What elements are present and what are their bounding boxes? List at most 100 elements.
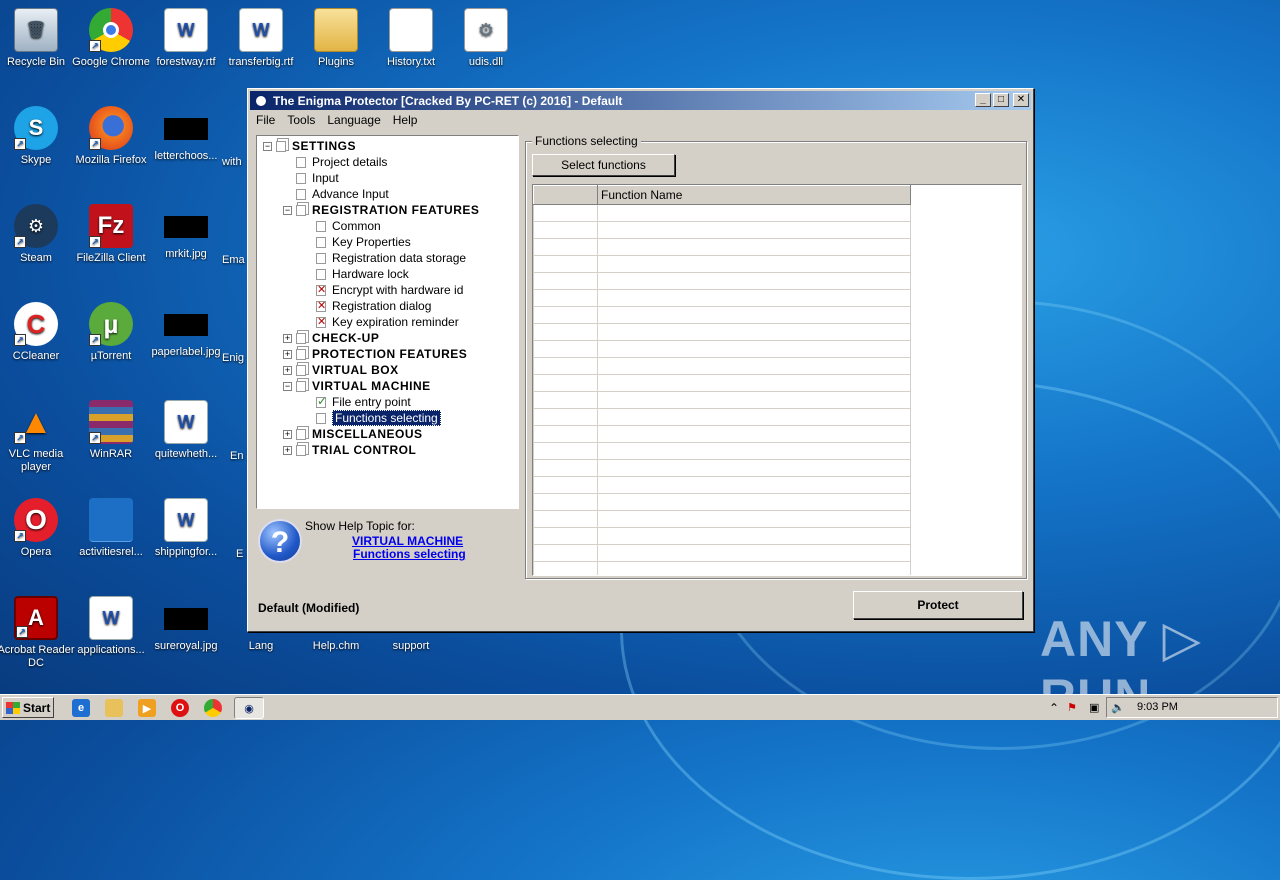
- grid-cell-function-name[interactable]: [597, 221, 911, 239]
- tree-node[interactable]: Encrypt with hardware id: [316, 282, 463, 298]
- tree-node[interactable]: + VIRTUAL BOX: [283, 362, 399, 378]
- grid-cell-function-name[interactable]: [597, 255, 911, 273]
- grid-cell-index[interactable]: [533, 238, 598, 256]
- desktop-icon-letterchoos[interactable]: letterchoos...: [147, 106, 225, 163]
- window-titlebar[interactable]: The Enigma Protector [Cracked By PC-RET …: [250, 91, 1031, 110]
- grid-cell-index[interactable]: [533, 391, 598, 409]
- tree-node[interactable]: Project details: [296, 154, 387, 170]
- grid-cell-index[interactable]: [533, 544, 598, 562]
- tree-node[interactable]: Common: [316, 218, 381, 234]
- media-player-icon[interactable]: ▶: [138, 699, 156, 717]
- grid-cell-function-name[interactable]: [597, 425, 911, 443]
- grid-cell-index[interactable]: [533, 255, 598, 273]
- grid-cell-index[interactable]: [533, 272, 598, 290]
- settings-tree[interactable]: − SETTINGS Project details Input Advance Inp…: [256, 135, 519, 509]
- grid-cell-index[interactable]: [533, 221, 598, 239]
- grid-cell-function-name[interactable]: [597, 272, 911, 290]
- grid-cell-index[interactable]: [533, 476, 598, 494]
- desktop-icon-vlc[interactable]: ▲ ↗ VLC media player: [0, 400, 75, 474]
- grid-cell-function-name[interactable]: [597, 204, 911, 222]
- action-center-icon[interactable]: ⚑: [1067, 701, 1077, 714]
- grid-row[interactable]: [533, 459, 911, 477]
- grid-cell-index[interactable]: [533, 323, 598, 341]
- grid-row[interactable]: [533, 272, 911, 290]
- tree-node[interactable]: Key Properties: [316, 234, 411, 250]
- grid-cell-function-name[interactable]: [597, 510, 911, 528]
- desktop-icon-winrar[interactable]: ↗ WinRAR: [72, 400, 150, 461]
- menu-tools[interactable]: Tools: [281, 111, 321, 129]
- tree-node[interactable]: Hardware lock: [316, 266, 409, 282]
- desktop-icon-ccleaner[interactable]: C ↗ CCleaner: [0, 302, 75, 363]
- expand-icon[interactable]: +: [283, 445, 292, 455]
- grid-cell-function-name[interactable]: [597, 527, 911, 545]
- grid-cell-function-name[interactable]: [597, 306, 911, 324]
- tray-expand-icon[interactable]: ⌃: [1049, 701, 1059, 715]
- desktop-icon-chrome[interactable]: ↗ Google Chrome: [72, 8, 150, 69]
- desktop-icon-acrobat[interactable]: A ↗ Acrobat Reader DC: [0, 596, 75, 670]
- grid-cell-index[interactable]: [533, 408, 598, 426]
- grid-cell-function-name[interactable]: [597, 476, 911, 494]
- grid-cell-function-name[interactable]: [597, 391, 911, 409]
- grid-cell-index[interactable]: [533, 459, 598, 477]
- grid-row[interactable]: [533, 340, 911, 358]
- desktop-icon-activities[interactable]: activitiesrel...: [72, 498, 150, 559]
- grid-row[interactable]: [533, 357, 911, 375]
- menu-file[interactable]: File: [250, 111, 281, 129]
- tree-node[interactable]: − VIRTUAL MACHINE: [283, 378, 431, 394]
- desktop-icon-partial[interactable]: with: [222, 106, 250, 169]
- enigma-taskbar-button[interactable]: ◉: [234, 697, 264, 719]
- clock[interactable]: 9:03 PM: [1137, 701, 1178, 713]
- grid-cell-index[interactable]: [533, 340, 598, 358]
- grid-cell-function-name[interactable]: [597, 374, 911, 392]
- expand-icon[interactable]: +: [283, 365, 292, 375]
- grid-row[interactable]: [533, 238, 911, 256]
- tree-node[interactable]: Input: [296, 170, 339, 186]
- grid-row[interactable]: [533, 408, 911, 426]
- help-link-virtual-machine[interactable]: VIRTUAL MACHINE: [352, 534, 463, 548]
- desktop-icon-history[interactable]: History.txt: [372, 8, 450, 69]
- tree-node[interactable]: + TRIAL CONTROL: [283, 442, 416, 458]
- menu-help[interactable]: Help: [387, 111, 424, 129]
- help-link-functions-selecting[interactable]: Functions selecting: [353, 547, 466, 561]
- explorer-folder-icon[interactable]: [105, 699, 123, 717]
- grid-row[interactable]: [533, 544, 911, 562]
- grid-row[interactable]: [533, 306, 911, 324]
- desktop-icon-applications[interactable]: W applications...: [72, 596, 150, 657]
- tree-node[interactable]: + MISCELLANEOUS: [283, 426, 423, 442]
- desktop-icon-plugins[interactable]: Plugins: [297, 8, 375, 69]
- functions-grid[interactable]: Function Name: [532, 184, 1022, 576]
- grid-cell-index[interactable]: [533, 425, 598, 443]
- close-button[interactable]: ✕: [1013, 93, 1029, 107]
- expand-icon[interactable]: +: [283, 333, 292, 343]
- desktop-icon-forestway[interactable]: W forestway.rtf: [147, 8, 225, 69]
- desktop-icon-sureroyal[interactable]: sureroyal.jpg: [147, 596, 225, 653]
- select-functions-button[interactable]: Select functions: [532, 154, 675, 176]
- volume-icon[interactable]: 🔈: [1111, 701, 1125, 714]
- grid-cell-index[interactable]: [533, 204, 598, 222]
- grid-row[interactable]: [533, 289, 911, 307]
- tree-node[interactable]: − SETTINGS: [263, 138, 356, 154]
- grid-cell-function-name[interactable]: [597, 323, 911, 341]
- grid-cell-index[interactable]: [533, 374, 598, 392]
- grid-row[interactable]: [533, 476, 911, 494]
- grid-row[interactable]: [533, 204, 911, 222]
- grid-cell-function-name[interactable]: [597, 289, 911, 307]
- grid-cell-function-name[interactable]: [597, 408, 911, 426]
- protect-button[interactable]: Protect: [853, 591, 1023, 619]
- desktop-icon-steam[interactable]: ⚙ ↗ Steam: [0, 204, 75, 265]
- ie-icon[interactable]: e: [72, 699, 90, 717]
- tree-node[interactable]: + PROTECTION FEATURES: [283, 346, 467, 362]
- start-button[interactable]: Start: [2, 697, 54, 718]
- grid-cell-index[interactable]: [533, 493, 598, 511]
- grid-row[interactable]: [533, 561, 911, 575]
- grid-cell-index[interactable]: [533, 306, 598, 324]
- grid-header-function-name[interactable]: Function Name: [597, 185, 911, 205]
- tree-node[interactable]: Registration data storage: [316, 250, 466, 266]
- grid-cell-function-name[interactable]: [597, 493, 911, 511]
- network-icon[interactable]: ▣: [1089, 701, 1099, 714]
- collapse-icon[interactable]: −: [283, 205, 292, 215]
- desktop-icon-transferbig[interactable]: W transferbig.rtf: [222, 8, 300, 69]
- desktop-icon-opera[interactable]: O ↗ Opera: [0, 498, 75, 559]
- tree-node[interactable]: Registration dialog: [316, 298, 431, 314]
- expand-icon[interactable]: +: [283, 429, 292, 439]
